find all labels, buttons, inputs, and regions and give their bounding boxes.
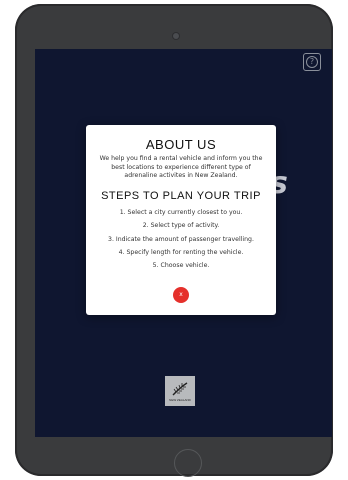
question-icon: ? — [306, 56, 318, 68]
logo-caption: NEW ZEALAND — [169, 397, 191, 402]
camera — [173, 33, 179, 39]
steps-list: 1. Select a city currently closest to yo… — [86, 206, 276, 273]
help-button[interactable]: ? — [303, 53, 321, 71]
step-item: 2. Select type of activity. — [142, 222, 220, 230]
about-text: We help you find a rental vehicle and in… — [99, 155, 263, 180]
step-item: 3. Indicate the amount of passenger trav… — [108, 235, 254, 243]
new-zealand-logo: NEW ZEALAND — [165, 376, 195, 406]
step-item: 4. Specify length for renting the vehicl… — [118, 249, 244, 256]
fern-icon — [172, 381, 188, 395]
home-button[interactable] — [174, 449, 202, 477]
about-title: ABOUT US — [145, 137, 217, 152]
steps-title: STEPS TO PLAN YOUR TRIP — [101, 189, 261, 202]
about-modal: ABOUT US We help you find a rental vehic… — [86, 125, 276, 315]
step-item: 5. Choose vehicle. — [152, 262, 210, 270]
close-button[interactable]: x — [173, 287, 189, 303]
step-item: 1. Select a city currently closest to yo… — [119, 208, 243, 216]
